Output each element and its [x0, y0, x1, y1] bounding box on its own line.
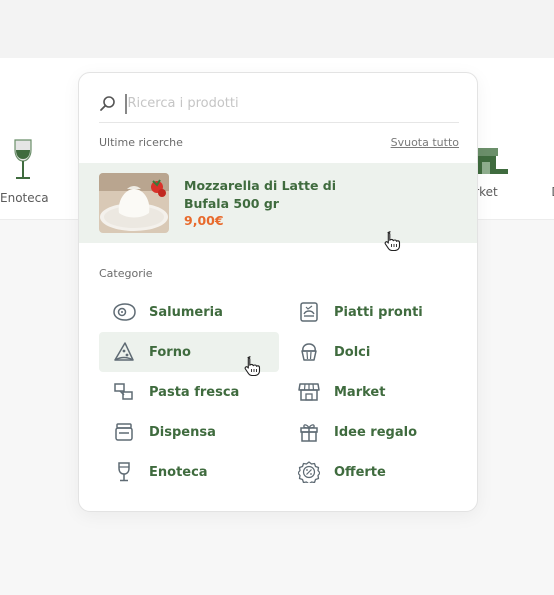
recent-item-title: Mozzarella di Latte di Bufala 500 gr: [184, 177, 364, 213]
category-label: Idee regalo: [334, 424, 417, 440]
bg-category-partial[interactable]: D: [546, 138, 554, 199]
wine-glass-icon: [14, 139, 32, 179]
wine-glass-icon: [111, 460, 137, 484]
category-label: Piatti pronti: [334, 304, 423, 320]
recent-item-title-line1: Mozzarella di Latte di: [184, 178, 337, 193]
category-salumeria[interactable]: Salumeria: [99, 292, 279, 332]
category-piatti-pronti[interactable]: Piatti pronti: [284, 292, 464, 332]
search-input[interactable]: [127, 96, 459, 111]
pasta-icon: [111, 380, 137, 404]
cupcake-icon: [296, 340, 322, 364]
gift-icon: [296, 420, 322, 444]
category-label: Market: [334, 384, 386, 400]
ham-icon: [111, 300, 137, 324]
discount-badge-icon: [296, 460, 322, 484]
category-idee-regalo[interactable]: Idee regalo: [284, 412, 464, 452]
category-label: Salumeria: [149, 304, 223, 320]
ready-meal-icon: [296, 300, 322, 324]
recent-item-title-line2: Bufala 500 gr: [184, 196, 279, 211]
recent-searches-header: Ultime ricerche Svuota tutto: [99, 136, 459, 152]
search-icon: [99, 95, 117, 113]
clear-all-link[interactable]: Svuota tutto: [391, 136, 459, 149]
category-offerte[interactable]: Offerte: [284, 452, 464, 492]
store-icon: [296, 380, 322, 404]
category-market[interactable]: Market: [284, 372, 464, 412]
category-label: Pasta fresca: [149, 384, 240, 400]
hand-pointer-cursor: [383, 231, 401, 255]
recent-searches-title: Ultime ricerche: [99, 136, 183, 149]
bg-category-enoteca[interactable]: Enoteca: [0, 138, 49, 205]
category-enoteca[interactable]: Enoteca: [99, 452, 279, 492]
category-label: Offerte: [334, 464, 386, 480]
category-dolci[interactable]: Dolci: [284, 332, 464, 372]
pizza-slice-icon: [111, 340, 137, 364]
categories-title: Categorie: [99, 267, 153, 280]
pantry-jar-icon: [111, 420, 137, 444]
bg-category-label: D: [546, 185, 554, 199]
text-caret: [125, 93, 127, 114]
category-label: Forno: [149, 344, 191, 360]
category-label: Dolci: [334, 344, 371, 360]
bg-category-label: Enoteca: [0, 191, 49, 205]
search-dropdown: Ultime ricerche Svuota tutto Mozzarella …: [78, 72, 478, 512]
category-dispensa[interactable]: Dispensa: [99, 412, 279, 452]
category-label: Dispensa: [149, 424, 216, 440]
page-header-band: [0, 0, 554, 58]
category-label: Enoteca: [149, 464, 208, 480]
recent-item-price: 9,00€: [184, 213, 224, 228]
hand-pointer-cursor: [243, 356, 261, 380]
recent-search-item[interactable]: Mozzarella di Latte di Bufala 500 gr 9,0…: [79, 163, 477, 243]
search-bar: [99, 85, 459, 123]
product-thumbnail: [99, 173, 169, 233]
